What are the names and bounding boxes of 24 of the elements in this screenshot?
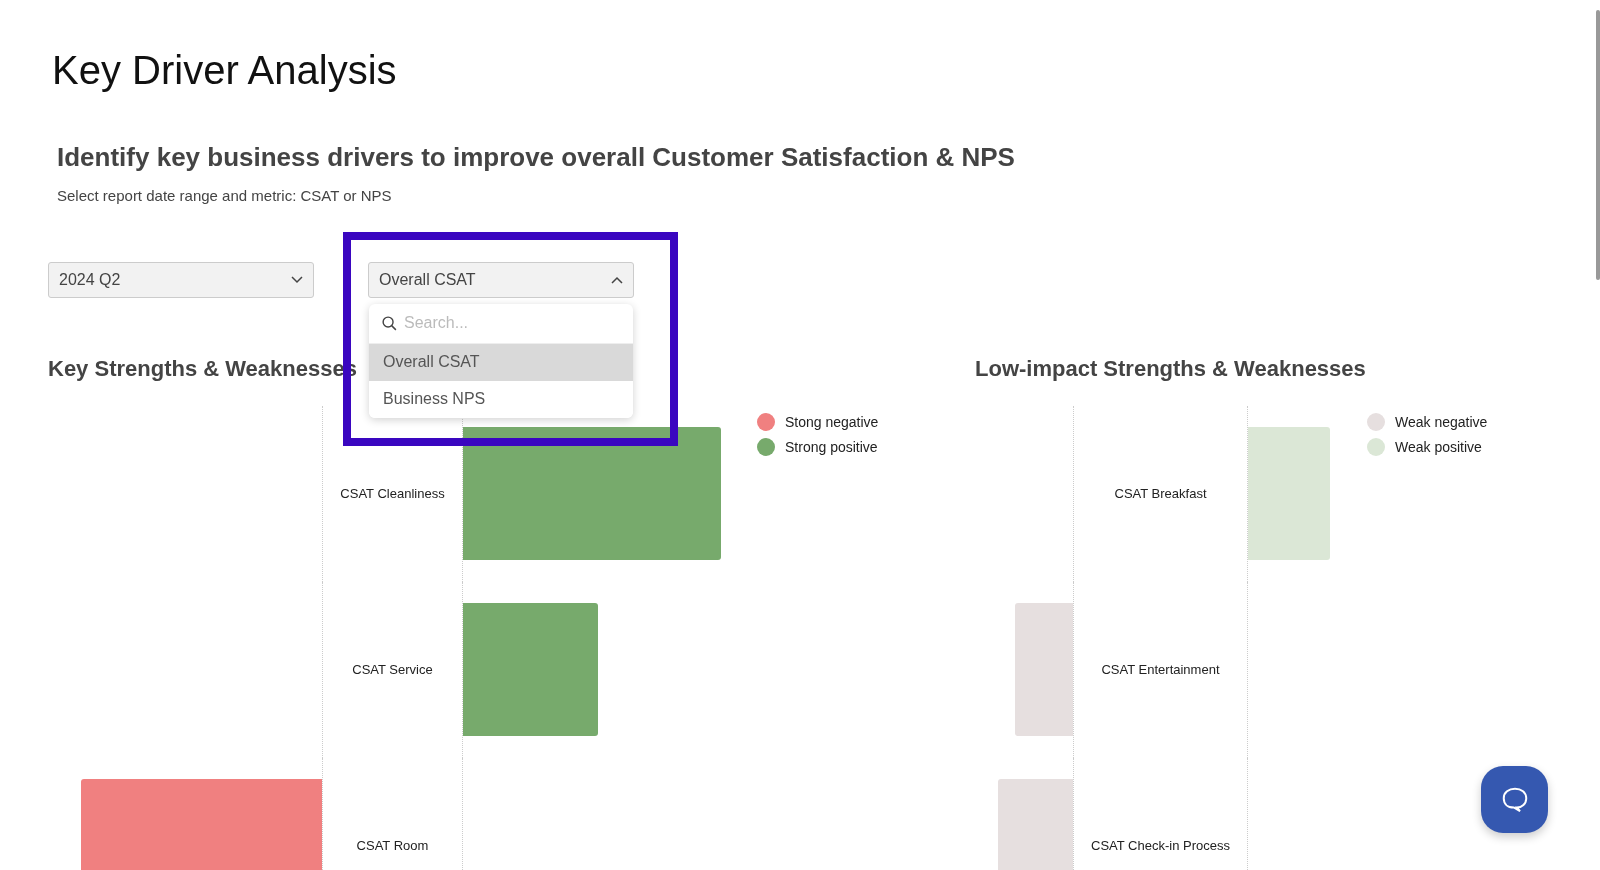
category-label: CSAT Cleanliness [340,484,445,503]
legend-label: Weak positive [1395,437,1482,457]
dropdown-option[interactable]: Overall CSAT [369,343,633,381]
chevron-up-icon [611,275,623,284]
legend-label: Stong negative [785,412,879,432]
scrollbar[interactable] [1596,10,1600,280]
legend-label: Weak negative [1395,412,1488,432]
category-label: CSAT Room [356,836,429,855]
category-label: CSAT Breakfast [1114,484,1207,503]
caption: Select report date range and metric: CSAT or NPS [57,186,393,206]
dropdown-option[interactable]: Business NPS [369,380,633,418]
legend-label: Strong positive [785,437,878,457]
section-heading: Low-impact Strengths & Weaknesses [975,354,1366,383]
chevron-down-icon [291,275,303,284]
date-select[interactable]: 2024 Q2 [48,261,314,298]
category-label: CSAT Service [352,660,433,679]
category-label: CSAT Entertainment [1101,660,1220,679]
metric-select[interactable]: Overall CSAT [368,261,634,298]
search-field[interactable]: Search... [404,311,621,335]
page-heading: Identify key business drivers to improve overall Customer Satisfaction & NPS [57,141,1016,174]
page-title: Key Driver Analysis [52,47,398,94]
chat-button[interactable] [1481,766,1548,833]
category-label: CSAT Check-in Process [1091,836,1230,855]
search-icon [381,314,398,332]
